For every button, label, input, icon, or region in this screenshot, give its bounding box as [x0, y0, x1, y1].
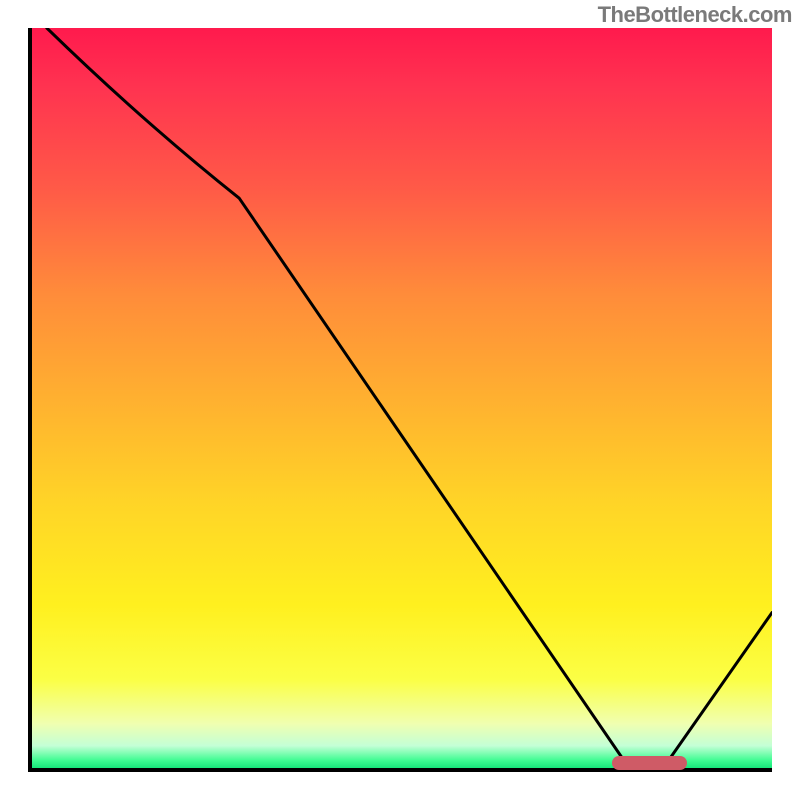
optimum-marker — [612, 756, 686, 770]
watermark-text: TheBottleneck.com — [598, 2, 792, 28]
bottleneck-curve — [32, 28, 772, 768]
chart-plot-area — [28, 28, 772, 772]
